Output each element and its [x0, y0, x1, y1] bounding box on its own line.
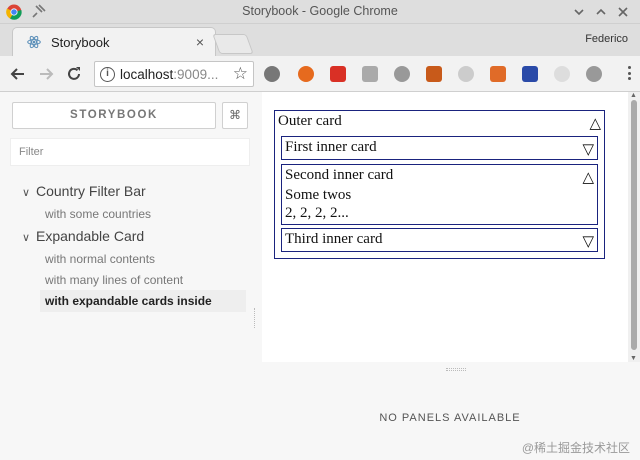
- card-title: Outer card: [278, 113, 342, 129]
- chevron-down-icon: [574, 9, 584, 16]
- extension-circle-icon[interactable]: [394, 66, 410, 82]
- url-host: localhost: [120, 67, 174, 82]
- addon-panel-empty-message: NO PANELS AVAILABLE: [379, 412, 521, 424]
- info-icon[interactable]: i: [100, 67, 115, 82]
- chevron-down-icon: ∨: [22, 187, 31, 199]
- close-window-button[interactable]: [614, 3, 632, 21]
- outer-card[interactable]: Outer card △ First inner card ▽ Second i…: [274, 110, 605, 259]
- scroll-up-arrow-icon[interactable]: ▲: [630, 92, 637, 99]
- storybook-brand-button[interactable]: STORYBOOK: [12, 102, 216, 129]
- close-icon: [618, 7, 628, 17]
- extension-css-icon[interactable]: [490, 66, 506, 82]
- tab-strip: Storybook × Federico: [0, 24, 640, 56]
- browser-menu-icon[interactable]: [626, 66, 632, 82]
- chevron-up-icon: [596, 8, 606, 15]
- chevron-down-icon: ∨: [22, 232, 31, 244]
- filter-input[interactable]: [10, 138, 250, 166]
- collapse-triangle-icon[interactable]: △: [589, 114, 601, 133]
- extension-dropbox-icon[interactable]: [362, 66, 378, 82]
- profile-name[interactable]: Federico: [585, 33, 628, 45]
- extension-swirl-icon[interactable]: [458, 66, 474, 82]
- tree-kind-country-filter-bar[interactable]: ∨ Country Filter Bar: [22, 183, 146, 199]
- card-title: Third inner card: [285, 231, 383, 247]
- tab-label: Storybook: [51, 35, 110, 50]
- shortcuts-button[interactable]: ⌘: [222, 102, 248, 129]
- extension-brave-icon[interactable]: [298, 66, 314, 82]
- extension-g-icon[interactable]: [554, 66, 570, 82]
- card-body-line: Some twos: [285, 187, 352, 203]
- scroll-down-arrow-icon[interactable]: ▼: [630, 355, 637, 362]
- extension-gmail-icon[interactable]: [330, 66, 346, 82]
- inner-card-second[interactable]: Second inner card △ Some twos 2, 2, 2, 2…: [281, 164, 598, 225]
- sidebar-resize-handle[interactable]: [254, 308, 258, 328]
- expand-triangle-icon[interactable]: ▽: [582, 140, 594, 159]
- tree-kind-expandable-card[interactable]: ∨ Expandable Card: [22, 228, 144, 244]
- url-text: localhost:9009...: [120, 67, 228, 82]
- reload-button[interactable]: [64, 64, 84, 84]
- kind-label: Country Filter Bar: [36, 183, 146, 199]
- extension-link-icon[interactable]: [586, 66, 602, 82]
- minimize-button[interactable]: [570, 3, 588, 21]
- new-tab-button[interactable]: [212, 34, 254, 54]
- window-titlebar: Storybook - Google Chrome: [0, 0, 640, 24]
- window-title: Storybook - Google Chrome: [242, 4, 398, 18]
- browser-toolbar: i localhost:9009... ☆: [0, 56, 640, 92]
- collapse-triangle-icon[interactable]: △: [582, 168, 594, 187]
- inner-card-first[interactable]: First inner card ▽: [281, 136, 598, 160]
- maximize-button[interactable]: [592, 3, 610, 21]
- preview-scrollbar[interactable]: ▲ ▼: [628, 92, 640, 362]
- forward-button[interactable]: [36, 64, 56, 84]
- card-title: Second inner card: [285, 167, 394, 183]
- story-preview: Outer card △ First inner card ▽ Second i…: [262, 92, 628, 362]
- react-atom-icon: [27, 35, 41, 49]
- address-bar[interactable]: i localhost:9009... ☆: [94, 61, 254, 87]
- tab-storybook[interactable]: Storybook ×: [12, 27, 216, 56]
- back-button[interactable]: [8, 64, 28, 84]
- extension-gear-icon[interactable]: [264, 66, 280, 82]
- story-item[interactable]: with some countries: [40, 203, 246, 225]
- inner-card-third[interactable]: Third inner card ▽: [281, 228, 598, 252]
- reload-icon: [68, 67, 80, 80]
- arrow-right-icon: [40, 68, 54, 80]
- extension-fox-icon[interactable]: [426, 66, 442, 82]
- panel-resize-handle[interactable]: [446, 368, 466, 371]
- extension-s-icon[interactable]: [522, 66, 538, 82]
- expand-triangle-icon[interactable]: ▽: [582, 232, 594, 251]
- close-tab-icon[interactable]: ×: [193, 35, 207, 49]
- story-item-active[interactable]: with expandable cards inside: [40, 290, 246, 312]
- storybook-sidebar: STORYBOOK ⌘ ∨ Country Filter Bar with som…: [0, 92, 258, 364]
- arrow-left-icon: [10, 68, 24, 80]
- scrollbar-thumb[interactable]: [631, 100, 637, 350]
- url-rest: :9009...: [173, 67, 219, 82]
- bookmark-star-icon[interactable]: ☆: [233, 64, 248, 84]
- watermark: @稀土掘金技术社区: [521, 441, 630, 455]
- card-body-line: 2, 2, 2, 2...: [285, 205, 349, 221]
- story-item[interactable]: with many lines of content: [40, 269, 246, 291]
- story-item[interactable]: with normal contents: [40, 248, 246, 270]
- storybook-app: STORYBOOK ⌘ ∨ Country Filter Bar with som…: [0, 92, 640, 460]
- kind-label: Expandable Card: [36, 228, 145, 244]
- card-title: First inner card: [285, 139, 377, 155]
